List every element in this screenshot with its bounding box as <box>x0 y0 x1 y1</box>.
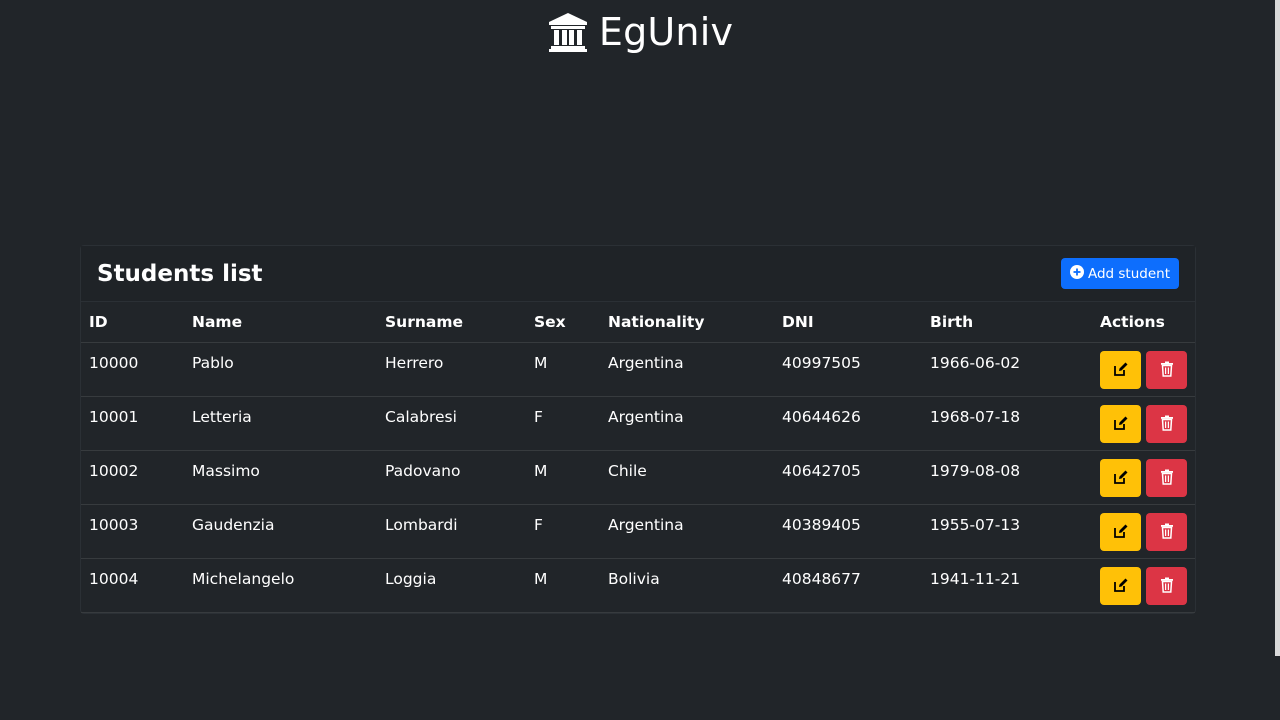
delete-button[interactable] <box>1146 405 1187 443</box>
cell-nationality: Chile <box>600 450 774 505</box>
edit-button[interactable] <box>1100 513 1141 551</box>
bank-icon <box>547 11 589 53</box>
table-row: 10002 Massimo Padovano M Chile 40642705 … <box>81 450 1195 505</box>
delete-button[interactable] <box>1146 459 1187 497</box>
cell-surname: Loggia <box>377 558 526 613</box>
column-header-actions: Actions <box>1092 302 1195 343</box>
edit-icon <box>1113 361 1129 380</box>
cell-name: Massimo <box>184 450 377 505</box>
cell-dni: 40997505 <box>774 342 922 397</box>
delete-button[interactable] <box>1146 567 1187 605</box>
cell-actions <box>1092 558 1195 613</box>
cell-nationality: Argentina <box>600 504 774 559</box>
trash-icon <box>1160 577 1174 596</box>
cell-surname: Padovano <box>377 450 526 505</box>
cell-birth: 1968-07-18 <box>922 396 1092 451</box>
cell-actions <box>1092 504 1195 559</box>
column-header-name[interactable]: Name <box>184 302 377 343</box>
brand-header: EgUniv <box>0 10 1280 54</box>
cell-id: 10003 <box>81 504 184 559</box>
cell-surname: Calabresi <box>377 396 526 451</box>
table-row: 10000 Pablo Herrero M Argentina 40997505… <box>81 342 1195 397</box>
card-title: Students list <box>97 260 263 287</box>
cell-sex: M <box>526 450 600 505</box>
cell-birth: 1966-06-02 <box>922 342 1092 397</box>
cell-sex: M <box>526 558 600 613</box>
plus-circle-icon <box>1069 264 1084 283</box>
cell-id: 10002 <box>81 450 184 505</box>
add-student-button[interactable]: Add student <box>1060 258 1179 289</box>
edit-icon <box>1113 415 1129 434</box>
cell-nationality: Bolivia <box>600 558 774 613</box>
table-row: 10001 Letteria Calabresi F Argentina 406… <box>81 396 1195 451</box>
cell-sex: F <box>526 504 600 559</box>
cell-actions <box>1092 342 1195 397</box>
cell-birth: 1941-11-21 <box>922 558 1092 613</box>
cell-dni: 40848677 <box>774 558 922 613</box>
cell-actions <box>1092 396 1195 451</box>
add-student-label: Add student <box>1087 265 1170 282</box>
cell-id: 10004 <box>81 558 184 613</box>
edit-button[interactable] <box>1100 459 1141 497</box>
trash-icon <box>1160 469 1174 488</box>
column-header-surname[interactable]: Surname <box>377 302 526 343</box>
cell-nationality: Argentina <box>600 396 774 451</box>
trash-icon <box>1160 361 1174 380</box>
delete-button[interactable] <box>1146 513 1187 551</box>
column-header-id[interactable]: ID <box>81 302 184 343</box>
column-header-sex[interactable]: Sex <box>526 302 600 343</box>
edit-button[interactable] <box>1100 351 1141 389</box>
trash-icon <box>1160 523 1174 542</box>
cell-birth: 1955-07-13 <box>922 504 1092 559</box>
cell-surname: Herrero <box>377 342 526 397</box>
edit-icon <box>1113 523 1129 542</box>
cell-name: Gaudenzia <box>184 504 377 559</box>
edit-icon <box>1113 469 1129 488</box>
table-row: 10004 Michelangelo Loggia M Bolivia 4084… <box>81 558 1195 613</box>
cell-surname: Lombardi <box>377 504 526 559</box>
column-header-nationality[interactable]: Nationality <box>600 302 774 343</box>
cell-birth: 1979-08-08 <box>922 450 1092 505</box>
cell-id: 10000 <box>81 342 184 397</box>
cell-dni: 40389405 <box>774 504 922 559</box>
students-card: Students list Add student ID Name Surnam… <box>80 245 1196 614</box>
edit-icon <box>1113 577 1129 596</box>
column-header-birth[interactable]: Birth <box>922 302 1092 343</box>
scrollbar-track[interactable] <box>1275 0 1280 656</box>
cell-sex: F <box>526 396 600 451</box>
cell-id: 10001 <box>81 396 184 451</box>
table-row: 10003 Gaudenzia Lombardi F Argentina 403… <box>81 504 1195 559</box>
cell-sex: M <box>526 342 600 397</box>
cell-actions <box>1092 450 1195 505</box>
students-table: ID Name Surname Sex Nationality DNI Birt… <box>81 302 1195 613</box>
card-header: Students list Add student <box>81 246 1195 302</box>
column-header-dni[interactable]: DNI <box>774 302 922 343</box>
trash-icon <box>1160 415 1174 434</box>
brand-name[interactable]: EgUniv <box>599 10 733 54</box>
delete-button[interactable] <box>1146 351 1187 389</box>
edit-button[interactable] <box>1100 405 1141 443</box>
cell-dni: 40642705 <box>774 450 922 505</box>
table-header-row: ID Name Surname Sex Nationality DNI Birt… <box>81 302 1195 343</box>
cell-name: Pablo <box>184 342 377 397</box>
cell-name: Michelangelo <box>184 558 377 613</box>
cell-nationality: Argentina <box>600 342 774 397</box>
edit-button[interactable] <box>1100 567 1141 605</box>
cell-name: Letteria <box>184 396 377 451</box>
cell-dni: 40644626 <box>774 396 922 451</box>
